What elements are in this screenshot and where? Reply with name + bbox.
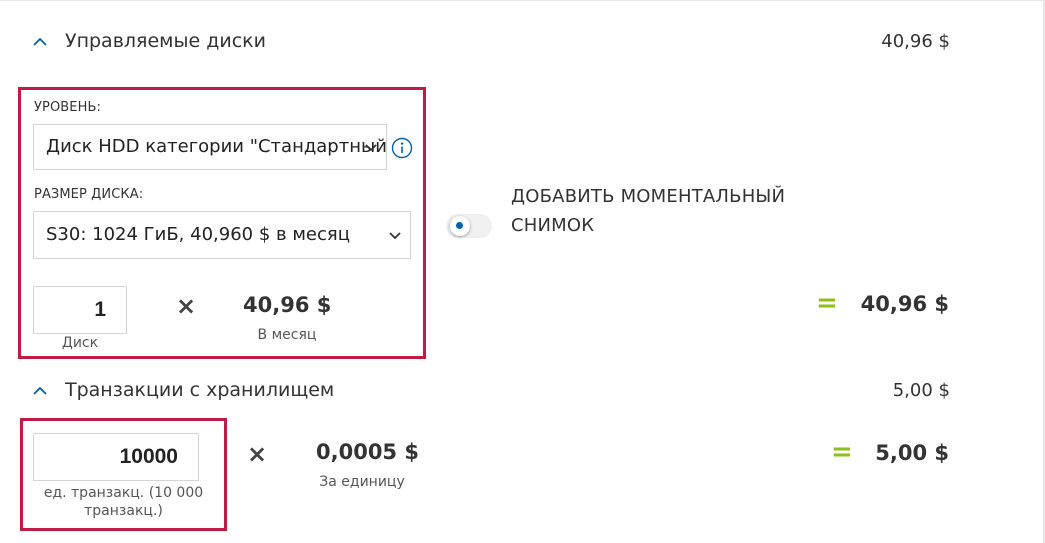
snapshot-toggle-label-line2: СНИМОК [511,215,595,236]
storage-transactions-header[interactable]: Транзакции с хранилищем 5,00 $ [30,377,950,405]
disk-quantity-unit: Диск [61,335,99,351]
disk-result-total: 40,96 $ [860,292,949,316]
disk-unit-price-period: В месяц [257,327,317,343]
section-title: Управляемые диски [65,30,266,52]
multiply-sign: × [247,440,268,468]
chevron-down-icon [365,144,377,152]
snapshot-toggle-label-line1: ДОБАВИТЬ МОМЕНТАЛЬНЫЙ [511,186,786,207]
section-title: Транзакции с хранилищем [65,379,335,401]
section-total: 5,00 $ [892,380,950,401]
multiply-sign: × [176,292,197,320]
snapshot-toggle-label: ДОБАВИТЬ МОМЕНТАЛЬНЫЙ СНИМОК [511,182,811,240]
transaction-unit-price-period: За единицу [319,474,405,490]
equals-sign: = [831,437,853,467]
transactions-quantity-unit: ед. транзакц. (10 000 транзакц.) [23,484,224,520]
toggle-dot [456,222,463,229]
info-icon[interactable] [391,137,413,159]
chevron-up-icon[interactable] [32,34,48,50]
transactions-quantity-unit-line1: ед. транзакц. (10 000 [43,485,204,501]
top-divider [0,0,1045,1]
tier-select-value: Диск HDD категории "Стандартный" [46,136,387,157]
transactions-result-total: 5,00 $ [875,441,949,465]
chevron-up-icon[interactable] [32,383,48,399]
disk-config-highlight: УРОВЕНЬ: Диск HDD категории "Стандартный… [18,87,426,359]
disk-quantity-input[interactable] [33,286,127,334]
snapshot-toggle[interactable] [446,214,492,238]
transaction-unit-price: 0,0005 $ [316,440,419,464]
equals-sign: = [816,288,838,318]
section-total: 40,96 $ [881,31,950,52]
chevron-down-icon [389,232,401,240]
disk-unit-price: 40,96 $ [243,293,332,317]
disk-size-label: РАЗМЕР ДИСКА: [34,187,144,202]
managed-disks-header[interactable]: Управляемые диски 40,96 $ [30,28,950,56]
transactions-quantity-unit-line2: транзакц.) [84,503,163,519]
disk-size-select[interactable]: S30: 1024 ГиБ, 40,960 $ в месяц [33,211,411,259]
tier-label: УРОВЕНЬ: [34,100,101,115]
tier-select[interactable]: Диск HDD категории "Стандартный" [33,124,387,170]
disk-size-select-value: S30: 1024 ГиБ, 40,960 $ в месяц [46,224,350,245]
transactions-quantity-highlight: ед. транзакц. (10 000 транзакц.) [20,418,227,531]
transactions-quantity-input[interactable] [33,433,199,481]
